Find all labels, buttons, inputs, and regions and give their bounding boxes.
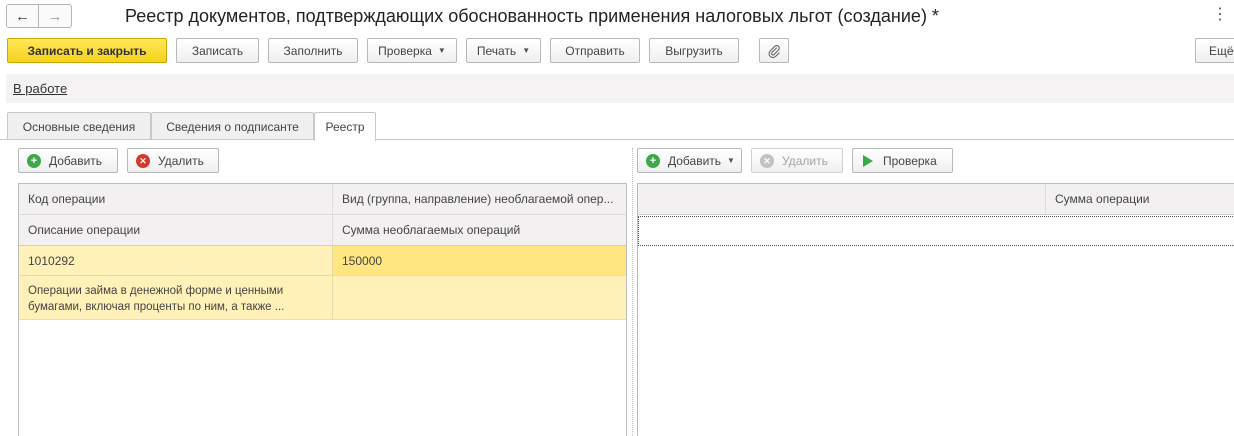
chevron-down-icon: ▼ <box>727 156 735 165</box>
panel-splitter[interactable] <box>632 148 633 436</box>
tab-registry[interactable]: Реестр <box>314 112 376 141</box>
status-link[interactable]: В работе <box>13 81 67 96</box>
tab-strip: Основные сведения Сведения о подписанте … <box>0 112 1234 141</box>
header-column-divider <box>1045 184 1046 215</box>
paperclip-icon <box>768 44 780 58</box>
right-delete-button[interactable]: ✕ Удалить <box>751 148 843 173</box>
tab-main-info[interactable]: Основные сведения <box>7 112 151 140</box>
back-button[interactable]: ← <box>6 4 39 28</box>
right-check-button[interactable]: Проверка <box>852 148 953 173</box>
right-check-label: Проверка <box>883 153 937 168</box>
row-divider <box>19 275 626 276</box>
plus-circle-icon: + <box>27 153 41 168</box>
delete-circle-icon: ✕ <box>136 153 150 168</box>
chevron-down-icon: ▼ <box>522 46 531 55</box>
check-dropdown-button[interactable]: Проверка ▼ <box>367 38 457 63</box>
row-column-divider <box>332 246 333 319</box>
column-header-sum[interactable]: Сумма необлагаемых операций <box>333 215 626 245</box>
right-delete-label: Удалить <box>782 153 828 168</box>
column-header-operation-sum[interactable]: Сумма операции <box>1046 184 1234 214</box>
row-bottom-divider <box>19 319 626 320</box>
print-dropdown-button[interactable]: Печать ▼ <box>466 38 541 63</box>
column-header-first[interactable] <box>638 184 1046 214</box>
left-add-button[interactable]: + Добавить <box>18 148 118 173</box>
right-add-label: Добавить <box>668 153 722 168</box>
state-bar: В работе <box>6 74 1234 103</box>
check-label: Проверка <box>378 43 432 58</box>
more-actions-icon[interactable]: ⋮ <box>1212 6 1228 24</box>
row-description-line: Операции займа в денежной форме и ценным… <box>28 285 284 297</box>
forward-button[interactable]: → <box>39 4 72 28</box>
column-header-kind[interactable]: Вид (группа, направление) необлагаемой о… <box>333 184 626 214</box>
header-divider <box>19 214 626 215</box>
column-header-code[interactable]: Код операции <box>19 184 333 214</box>
tab-signer-info[interactable]: Сведения о подписанте <box>151 112 314 140</box>
print-label: Печать <box>476 43 517 58</box>
save-and-close-button[interactable]: Записать и закрыть <box>7 38 167 63</box>
focused-empty-row[interactable] <box>638 216 1234 246</box>
plus-circle-icon: + <box>646 153 660 168</box>
left-add-label: Добавить <box>49 153 103 168</box>
header-column-divider <box>332 184 333 246</box>
header-bottom-divider <box>638 214 1234 215</box>
row-code: 1010292 <box>28 253 75 268</box>
row-sum[interactable]: 150000 <box>333 246 626 275</box>
arrow-left-icon: ← <box>15 7 30 25</box>
save-button[interactable]: Записать <box>176 38 259 63</box>
more-button[interactable]: Ещё <box>1195 38 1234 63</box>
registry-table[interactable]: Код операции Вид (группа, направление) н… <box>18 183 627 436</box>
arrow-right-icon: → <box>47 7 63 25</box>
left-delete-label: Удалить <box>158 153 204 168</box>
left-delete-button[interactable]: ✕ Удалить <box>127 148 219 173</box>
row-description-line: бумагами, включая проценты по ним, а так… <box>28 301 285 313</box>
export-button[interactable]: Выгрузить <box>649 38 739 63</box>
form-toolbar: Записать и закрыть Записать Заполнить Пр… <box>0 36 1234 66</box>
row-description: Операции займа в денежной форме и ценным… <box>28 283 328 315</box>
title-bar: ← → Реестр документов, подтверждающих об… <box>0 0 1234 34</box>
chevron-down-icon: ▼ <box>437 46 446 55</box>
table-row[interactable]: 1010292 150000 Операции займа в денежной… <box>19 246 626 319</box>
attach-button[interactable] <box>759 38 789 63</box>
window-title: Реестр документов, подтверждающих обосно… <box>125 6 939 26</box>
play-icon <box>863 154 873 167</box>
right-add-dropdown-button[interactable]: + Добавить ▼ <box>637 148 742 173</box>
operations-table[interactable]: Сумма операции <box>637 183 1234 436</box>
delete-circle-icon: ✕ <box>760 153 774 168</box>
send-button[interactable]: Отправить <box>550 38 640 63</box>
tabs-divider <box>0 139 1234 140</box>
fill-button[interactable]: Заполнить <box>268 38 358 63</box>
column-header-description[interactable]: Описание операции <box>19 215 333 245</box>
